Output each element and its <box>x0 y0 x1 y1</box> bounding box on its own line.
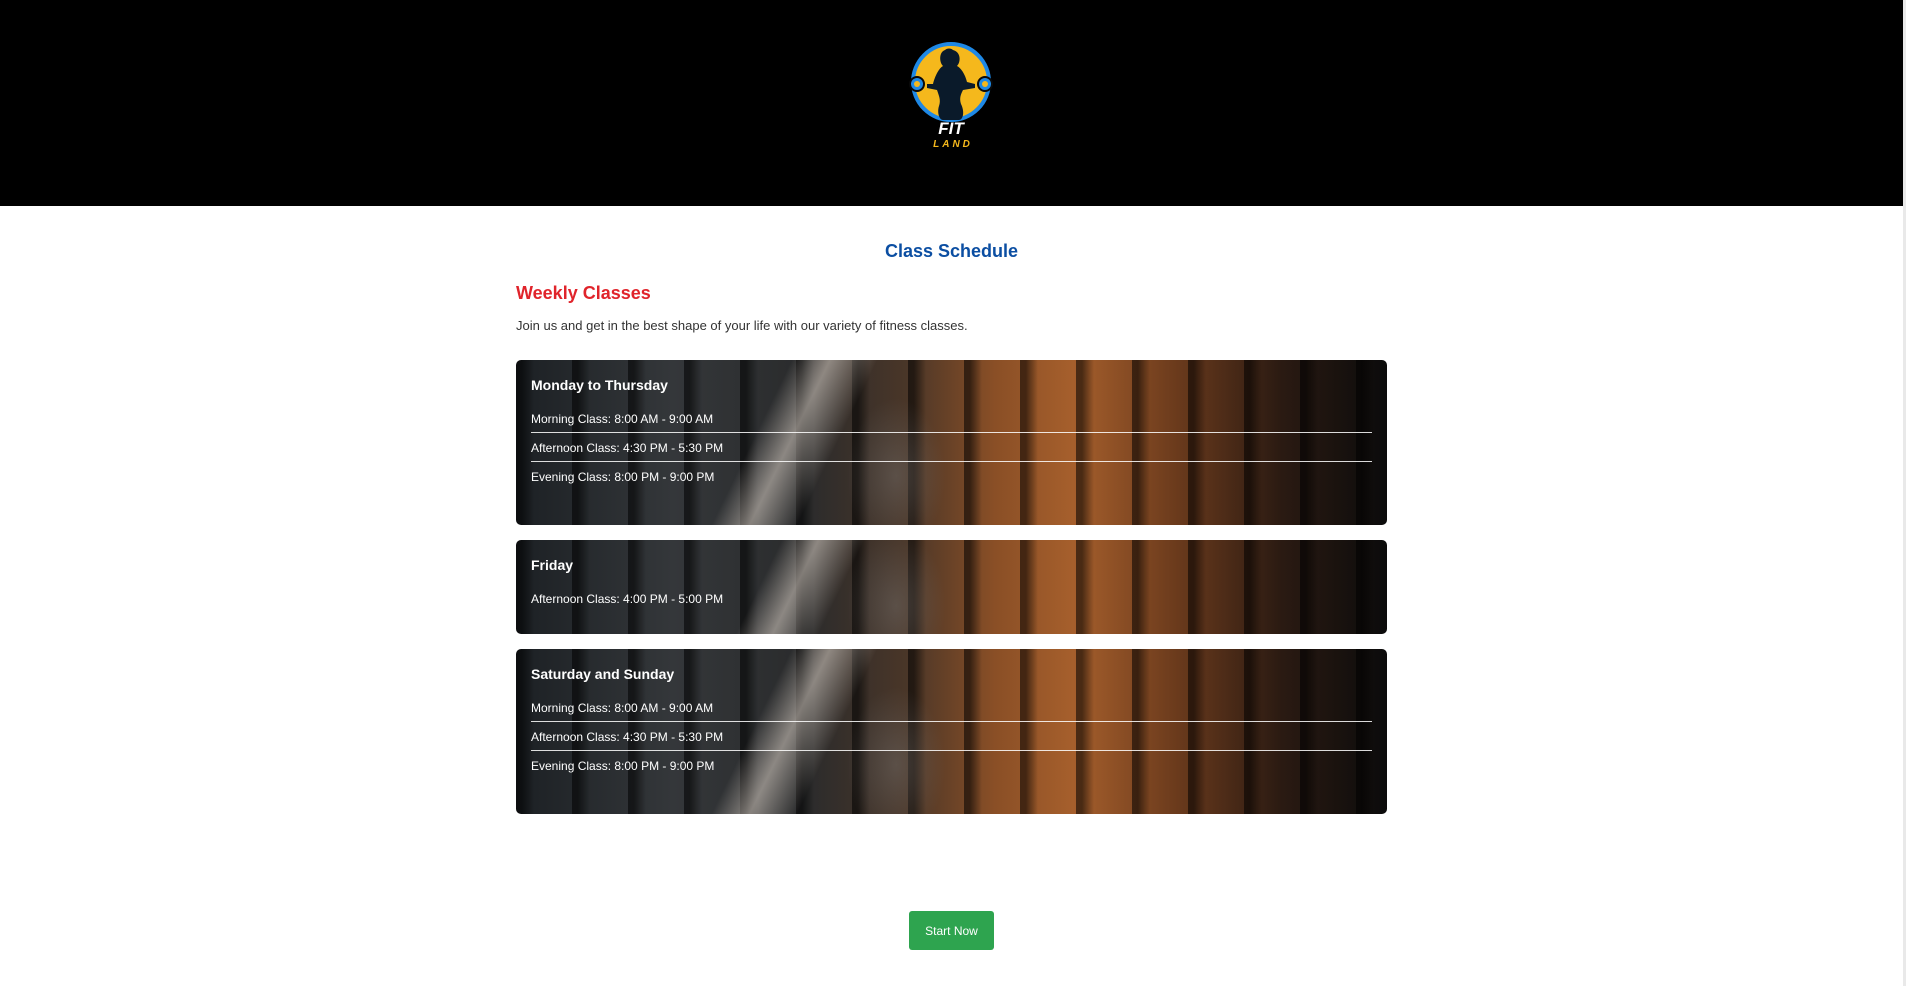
page-title: Class Schedule <box>884 241 1019 261</box>
schedule-card-saturday-sunday: Saturday and Sunday Morning Class: 8:00 … <box>516 649 1387 814</box>
card-title: Monday to Thursday <box>531 377 668 393</box>
schedule-card-friday: Friday Afternoon Class: 4:00 PM - 5:00 P… <box>516 540 1387 634</box>
card-title: Saturday and Sunday <box>531 666 675 682</box>
svg-text:FIT: FIT <box>938 119 965 138</box>
class-time-row: Morning Class: 8:00 AM - 9:00 AM <box>531 693 1372 722</box>
class-time-row: Afternoon Class: 4:30 PM - 5:30 PM <box>531 722 1372 751</box>
svg-text:LAND: LAND <box>933 139 973 150</box>
schedule-card-monday-thursday: Monday to Thursday Morning Class: 8:00 A… <box>516 360 1387 525</box>
fitland-logo-icon: FIT LAND <box>909 42 993 150</box>
page: FIT LAND Class Schedule Weekly Classes J… <box>0 0 1906 986</box>
card-title: Friday <box>531 557 574 573</box>
start-now-button[interactable]: Start Now <box>909 911 994 950</box>
weekly-classes-heading: Weekly Classes <box>516 283 651 303</box>
class-time-row: Morning Class: 8:00 AM - 9:00 AM <box>531 404 1372 433</box>
class-time-row: Evening Class: 8:00 PM - 9:00 PM <box>531 470 715 484</box>
class-time-row: Evening Class: 8:00 PM - 9:00 PM <box>531 759 715 773</box>
fitland-logo[interactable]: FIT LAND <box>909 40 993 152</box>
intro-text: Join us and get in the best shape of you… <box>516 318 968 333</box>
site-header: FIT LAND <box>0 0 1903 206</box>
class-time-row: Afternoon Class: 4:00 PM - 5:00 PM <box>531 592 724 606</box>
class-time-row: Afternoon Class: 4:30 PM - 5:30 PM <box>531 433 1372 462</box>
